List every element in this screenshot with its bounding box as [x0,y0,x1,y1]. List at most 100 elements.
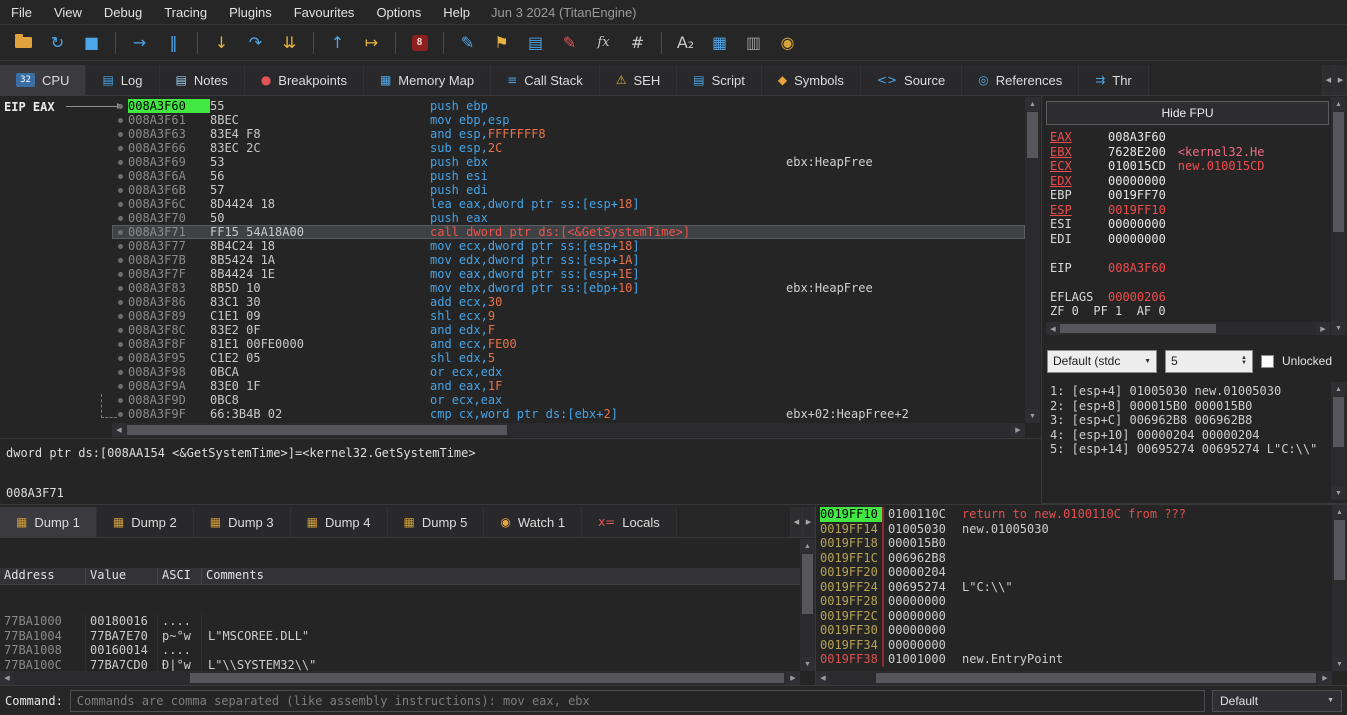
menu-item-file[interactable]: File [0,0,43,24]
dump-row[interactable]: 77BA100C77BA7CD0Ð|°wL"\\SYSTEM32\\" [0,658,800,672]
disasm-row[interactable]: 008A3F778B4C24 18mov ecx,dword ptr ss:[e… [112,239,1025,253]
scrollbar-thumb[interactable] [1060,324,1216,333]
restart-button[interactable]: ↻ [42,29,73,57]
argument-row[interactable]: 5: [esp+14] 00695274 00695274 L"C:\\" [1050,442,1329,457]
disasm-row[interactable]: 008A3F9A83E0 1Fand eax,1F [112,379,1025,393]
comment-button[interactable]: ✎ [452,29,483,57]
tab-dump-2[interactable]: ▦Dump 2 [97,507,194,537]
disasm-row[interactable]: 008A3F7F8B4424 1Emov eax,dword ptr ss:[e… [112,267,1025,281]
breakpoint-dot[interactable] [112,118,128,123]
stack-row[interactable]: 0019FF2400695274L"C:\\" [820,580,1331,595]
breakpoint-dot[interactable] [112,174,128,179]
breakpoint-dot[interactable] [112,328,128,333]
scroll-left-button[interactable]: ◀ [816,671,830,685]
disasm-row[interactable]: 008A3F618BECmov ebp,esp [112,113,1025,127]
step-over-button[interactable]: ↷ [240,29,271,57]
breakpoint-dot[interactable] [112,384,128,389]
scrollbar-thumb[interactable] [802,554,813,614]
disasm-row[interactable]: 008A3F9F66:3B4B 02cmp cx,word ptr ds:[eb… [112,407,1025,421]
argument-row[interactable]: 1: [esp+4] 01005030 new.01005030 [1050,384,1329,399]
stack-row[interactable]: 0019FF2000000204 [820,565,1331,580]
disasm-row[interactable]: 008A3F8C83E2 0Fand edx,F [112,323,1025,337]
stack-row[interactable]: 0019FF3000000000 [820,623,1331,638]
scroll-left-button[interactable]: ◀ [112,423,126,437]
scroll-left-button[interactable]: ◀ [0,671,14,685]
register-value[interactable]: 0019FF10 [1108,203,1166,218]
stack-row[interactable]: 0019FF1401005030new.01005030 [820,522,1331,537]
breakpoint-dot[interactable] [112,230,128,235]
tab-notes[interactable]: ▤Notes [160,65,245,95]
register-value[interactable]: 7628E200 [1108,145,1166,160]
disasm-row[interactable]: 008A3F71FF15 54A18A00call dword ptr ds:[… [112,225,1025,239]
breakpoint-dot[interactable] [112,202,128,207]
tab-references[interactable]: ◎References [962,65,1079,95]
scroll-right-button[interactable]: ▶ [1011,423,1025,437]
tab-dump-4[interactable]: ▦Dump 4 [291,507,388,537]
tab-dump-1[interactable]: ▦Dump 1 [0,507,97,537]
register-row[interactable]: ECX010015CDnew.010015CD [1050,159,1329,174]
scrollbar-thumb[interactable] [127,425,507,435]
menu-item-favourites[interactable]: Favourites [283,0,366,24]
animate-into-button[interactable]: ⇊ [274,29,305,57]
breakpoint-dot[interactable] [112,244,128,249]
hash-button[interactable]: # [622,29,653,57]
argument-row[interactable]: 2: [esp+8] 000015B0 000015B0 [1050,399,1329,414]
scrollbar-thumb[interactable] [1027,112,1038,158]
register-row[interactable]: EBP0019FF70 [1050,188,1329,203]
breakpoint-dot[interactable] [112,272,128,277]
disasm-row[interactable]: 008A3F6383E4 F8and esp,FFFFFFF8 [112,127,1025,141]
hide-fpu-button[interactable]: Hide FPU [1046,101,1329,125]
patches-button[interactable]: 8 [404,29,435,57]
disasm-row[interactable]: 008A3F980BCAor ecx,edx [112,365,1025,379]
stack-row[interactable]: 0019FF2C00000000 [820,609,1331,624]
breakpoint-dot[interactable] [112,342,128,347]
menu-item-options[interactable]: Options [365,0,432,24]
step-into-button[interactable]: ↓ [206,29,237,57]
tab-cpu[interactable]: 32CPU [0,65,86,95]
disasm-row[interactable]: 008A3F6B57push edi [112,183,1025,197]
breakpoint-dot[interactable] [112,216,128,221]
tab-scroll-right-button[interactable]: ▶ [803,507,815,537]
stack-horizontal-scrollbar[interactable]: ◀ ▶ [816,671,1332,685]
scroll-down-button[interactable]: ▼ [800,657,815,671]
disasm-row[interactable]: 008A3F6683EC 2Csub esp,2C [112,141,1025,155]
scroll-down-button[interactable]: ▼ [1332,657,1347,671]
dump-row[interactable]: 77BA100477BA7E70p~°wL"MSCOREE.DLL" [0,629,800,644]
scroll-left-button[interactable]: ◀ [1046,322,1060,335]
unlocked-checkbox[interactable] [1261,355,1274,368]
close-button[interactable]: ■ [76,29,107,57]
highlight-button[interactable]: ✎ [554,29,585,57]
arguments-scrollbar[interactable]: ▲ ▼ [1331,382,1346,500]
tab-locals[interactable]: x=Locals [582,507,677,537]
open-file-button[interactable] [8,29,39,57]
disasm-row[interactable]: 008A3F8683C1 30add ecx,30 [112,295,1025,309]
register-row[interactable]: EDI00000000 [1050,232,1329,247]
register-value[interactable]: 00000206 [1108,290,1166,305]
register-value[interactable]: 0019FF70 [1108,188,1166,203]
register-value[interactable]: 008A3F60 [1108,130,1166,145]
menu-item-view[interactable]: View [43,0,93,24]
stack-row[interactable]: 0019FF18000015B0 [820,536,1331,551]
scroll-up-button[interactable]: ▲ [1331,97,1346,111]
tab-dump-5[interactable]: ▦Dump 5 [388,507,485,537]
tab-scroll-right-button[interactable]: ▶ [1335,65,1347,95]
stack-row[interactable]: 0019FF100100110Creturn to new.0100110C f… [820,507,1331,522]
tab-seh[interactable]: ⚠SEH [600,65,678,95]
stack-vertical-scrollbar[interactable]: ▲ ▼ [1332,505,1347,671]
register-row[interactable]: EIP008A3F60 [1050,261,1329,276]
breakpoint-dot[interactable] [112,412,128,417]
run-to-user-code-button[interactable]: ↦ [356,29,387,57]
dump-row[interactable]: 77BA100000180016.... [0,614,800,629]
register-row[interactable]: EAX008A3F60 [1050,130,1329,145]
argument-row[interactable]: 4: [esp+10] 00000204 00000204 [1050,428,1329,443]
dump-vertical-scrollbar[interactable]: ▲ ▼ [800,539,815,671]
register-row[interactable]: EBX7628E200<kernel32.He [1050,145,1329,160]
menu-item-debug[interactable]: Debug [93,0,153,24]
preferences-button[interactable]: ◉ [772,29,803,57]
tab-memory-map[interactable]: ▦Memory Map [364,65,491,95]
label-button[interactable]: ⚑ [486,29,517,57]
register-row[interactable]: ESI00000000 [1050,217,1329,232]
tab-log[interactable]: ▤Log [86,65,159,95]
scroll-right-button[interactable]: ▶ [1318,671,1332,685]
breakpoint-dot[interactable] [112,356,128,361]
